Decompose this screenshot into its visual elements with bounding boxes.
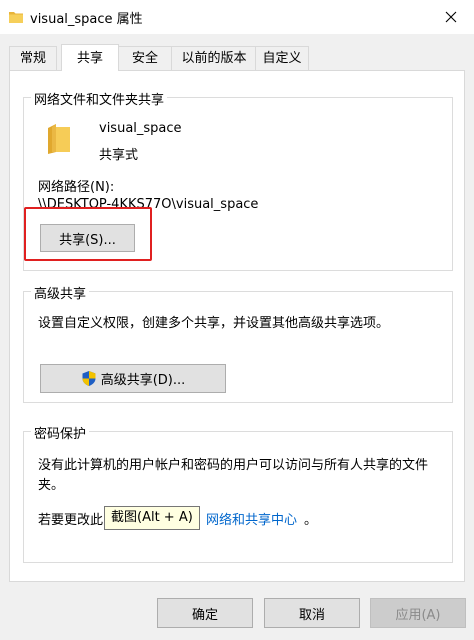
screenshot-tooltip: 截图(Alt + A) bbox=[104, 506, 200, 530]
tab-sharing[interactable]: 共享 bbox=[61, 44, 119, 71]
change-setting-suffix: 。 bbox=[304, 513, 318, 528]
tab-previous-versions[interactable]: 以前的版本 bbox=[171, 46, 257, 70]
password-protection-legend: 密码保护 bbox=[31, 423, 90, 442]
ok-button[interactable]: 确定 bbox=[157, 598, 253, 628]
tab-security[interactable]: 安全 bbox=[117, 46, 173, 70]
apply-button[interactable]: 应用(A) bbox=[370, 598, 466, 628]
cancel-button-label: 取消 bbox=[298, 607, 325, 623]
title-bar: visual_space 属性 bbox=[0, 0, 474, 34]
folder-icon bbox=[9, 12, 23, 23]
cancel-button[interactable]: 取消 bbox=[264, 598, 360, 628]
tab-panel: 网络文件和文件夹共享 visual_space 共享式 网络路径(N): \\D… bbox=[9, 70, 465, 582]
tab-general[interactable]: 常规 bbox=[9, 46, 57, 70]
change-setting-prefix: 若要更改此 bbox=[38, 513, 104, 528]
password-protection-group: 密码保护 没有此计算机的用户帐户和密码的用户可以访问与所有人共享的文件 夹。 若… bbox=[23, 423, 453, 563]
folder-icon bbox=[48, 124, 70, 154]
advanced-sharing-button[interactable]: 高级共享(D)... bbox=[40, 364, 226, 393]
network-path-label: 网络路径(N): bbox=[38, 180, 115, 195]
advanced-sharing-group: 高级共享 设置自定义权限，创建多个共享，并设置其他高级共享选项。 高级共享(D)… bbox=[23, 283, 453, 403]
advanced-sharing-legend: 高级共享 bbox=[31, 283, 90, 302]
folder-name: visual_space bbox=[99, 121, 182, 136]
close-icon bbox=[445, 11, 457, 23]
highlight-box bbox=[24, 207, 152, 261]
uac-shield-icon bbox=[82, 371, 96, 386]
close-button[interactable] bbox=[428, 0, 474, 34]
password-description-line1: 没有此计算机的用户帐户和密码的用户可以访问与所有人共享的文件 bbox=[38, 458, 429, 473]
network-sharing-center-link[interactable]: 网络和共享中心 bbox=[206, 509, 297, 528]
window-title: visual_space 属性 bbox=[30, 12, 143, 27]
share-status: 共享式 bbox=[99, 148, 139, 163]
ok-button-label: 确定 bbox=[191, 607, 218, 623]
apply-button-label: 应用(A) bbox=[395, 607, 441, 623]
advanced-sharing-button-label: 高级共享(D)... bbox=[100, 373, 186, 388]
advanced-sharing-description: 设置自定义权限，创建多个共享，并设置其他高级共享选项。 bbox=[38, 316, 390, 331]
network-sharing-legend: 网络文件和文件夹共享 bbox=[31, 89, 168, 108]
tab-customize[interactable]: 自定义 bbox=[255, 46, 309, 70]
password-description-line2: 夹。 bbox=[38, 478, 65, 493]
